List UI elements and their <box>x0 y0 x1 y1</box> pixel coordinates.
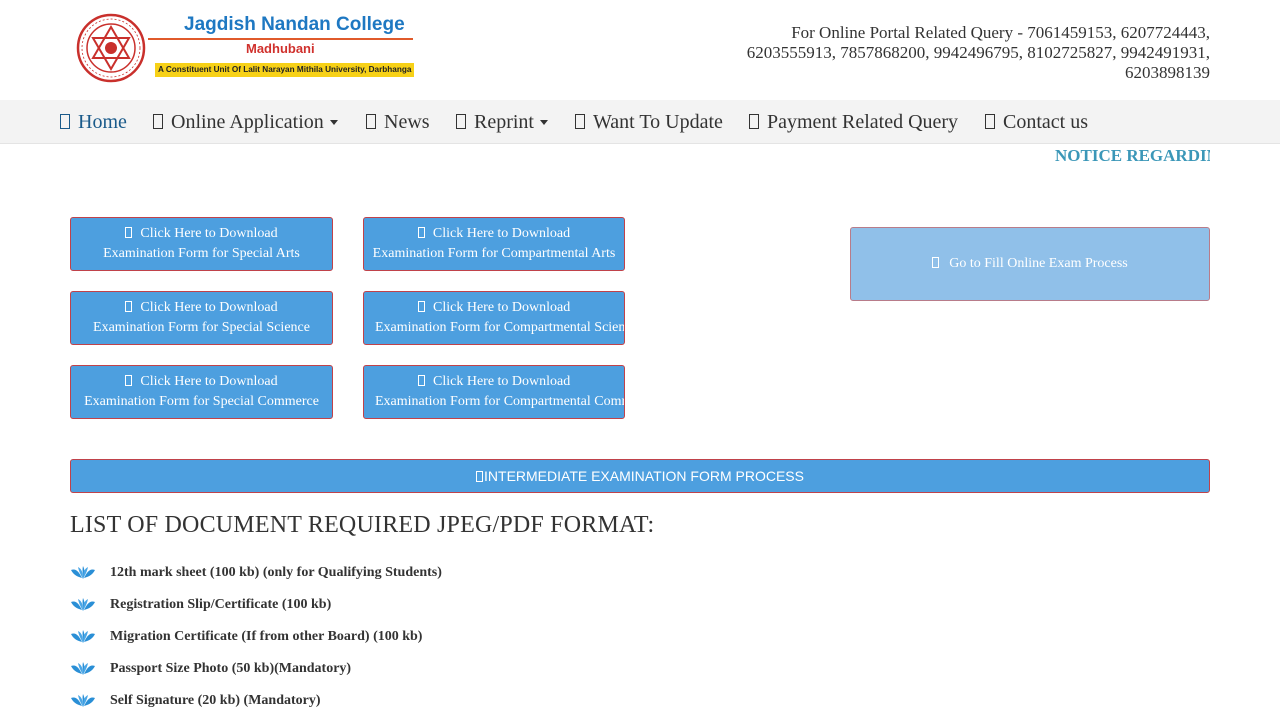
nav-home[interactable]: Home <box>60 100 127 144</box>
list-item: 12th mark sheet (100 kb) (only for Quali… <box>70 562 770 586</box>
home-icon <box>60 114 70 129</box>
contact-icon <box>985 114 995 129</box>
nav-news[interactable]: News <box>366 100 430 144</box>
application-icon <box>153 114 163 129</box>
button-line-2: Examination Form for Special Commerce <box>84 394 319 409</box>
form-icon <box>476 471 484 482</box>
document-label: Registration Slip/Certificate (100 kb) <box>110 597 332 612</box>
nav-reprint-label: Reprint <box>474 111 534 133</box>
college-affiliation: A Constituent Unit Of Lalit Narayan Mith… <box>155 63 415 77</box>
download-compartmental-science-button[interactable]: Click Here to Download Examination Form … <box>363 291 625 345</box>
button-line-1: Click Here to Download <box>375 372 624 392</box>
lotus-bullet-icon <box>71 694 95 707</box>
site-header: Jagdish Nandan College Madhubani A Const… <box>0 0 1280 100</box>
main-navbar: Home Online Application News Reprint Wan… <box>0 100 1280 144</box>
chevron-down-icon <box>540 120 548 125</box>
button-line-1-text: Click Here to Download <box>140 374 278 389</box>
button-line-2: Examination Form for Compartmental Comme… <box>375 394 624 409</box>
list-item: Self Signature (20 kb) (Mandatory) <box>70 690 770 714</box>
college-place: Madhubani <box>246 41 315 56</box>
nav-payment-query-label: Payment Related Query <box>767 111 959 133</box>
logo-divider <box>148 38 413 40</box>
nav-want-to-update[interactable]: Want To Update <box>575 100 723 144</box>
edit-icon <box>575 114 585 129</box>
button-line-1-text: Click Here to Download <box>140 300 278 315</box>
nav-contact-us[interactable]: Contact us <box>985 100 1088 144</box>
notice-marquee[interactable]: NOTICE REGARDING <box>1055 146 1210 168</box>
list-item: Migration Certificate (If from other Boa… <box>70 626 770 650</box>
nav-online-application[interactable]: Online Application <box>153 100 338 144</box>
lotus-bullet-icon <box>71 598 95 611</box>
list-item: Passport Size Photo (50 kb)(Mandatory) <box>70 658 770 682</box>
contact-info: For Online Portal Related Query - 706145… <box>690 23 1210 83</box>
download-compartmental-commerce-button[interactable]: Click Here to Download Examination Form … <box>363 365 625 419</box>
print-icon <box>456 114 466 129</box>
nav-payment-query[interactable]: Payment Related Query <box>749 100 958 144</box>
nav-want-to-update-label: Want To Update <box>593 111 723 133</box>
document-label: 12th mark sheet (100 kb) (only for Quali… <box>110 565 442 580</box>
college-logo[interactable]: Jagdish Nandan College Madhubani A Const… <box>76 13 416 83</box>
button-line-1: Click Here to Download <box>375 298 624 318</box>
button-line-2: Examination Form for Special Arts <box>103 246 300 261</box>
download-icon <box>418 375 425 386</box>
button-line-1: Click Here to Download <box>71 298 332 318</box>
nav-reprint[interactable]: Reprint <box>456 100 548 144</box>
download-compartmental-arts-button[interactable]: Click Here to Download Examination Form … <box>363 217 625 271</box>
nav-online-application-label: Online Application <box>171 111 324 133</box>
button-line-2: Examination Form for Compartmental Scien… <box>375 320 625 335</box>
download-special-arts-button[interactable]: Click Here to Download Examination Form … <box>70 217 333 271</box>
button-line-1: Click Here to Download <box>71 224 332 244</box>
college-seal-icon <box>76 13 146 83</box>
chevron-down-icon <box>329 120 338 125</box>
download-icon <box>417 227 425 238</box>
list-item: Registration Slip/Certificate (100 kb) <box>70 594 770 618</box>
payment-icon <box>749 114 759 129</box>
hand-pointer-icon <box>932 257 940 268</box>
college-name: Jagdish Nandan College <box>184 14 405 35</box>
button-line-2: Examination Form for Compartmental Arts <box>372 246 616 261</box>
intermediate-exam-form-label: INTERMEDIATE EXAMINATION FORM PROCESS <box>484 468 804 484</box>
nav-news-label: News <box>384 111 430 133</box>
lotus-bullet-icon <box>71 630 95 643</box>
document-label: Passport Size Photo (50 kb)(Mandatory) <box>110 661 352 676</box>
lotus-bullet-icon <box>71 662 95 675</box>
contact-line: 6203555913, 7857868200, 9942496795, 8102… <box>746 43 1210 62</box>
intermediate-exam-form-button[interactable]: INTERMEDIATE EXAMINATION FORM PROCESS <box>70 459 1210 493</box>
button-line-1-text: Click Here to Download <box>140 226 278 241</box>
fill-online-exam-button[interactable]: Go to Fill Online Exam Process <box>850 227 1210 301</box>
button-line-2: Examination Form for Special Science <box>93 320 310 335</box>
download-icon <box>125 301 133 312</box>
download-icon <box>125 375 133 386</box>
download-icon <box>125 227 133 238</box>
lotus-bullet-icon <box>71 566 95 579</box>
button-line-1-text: Click Here to Download <box>433 300 571 315</box>
fill-online-exam-label: Go to Fill Online Exam Process <box>949 256 1128 271</box>
button-line-1-text: Click Here to Download <box>433 374 571 389</box>
document-label: Migration Certificate (If from other Boa… <box>110 629 423 644</box>
news-icon <box>366 114 376 129</box>
download-special-science-button[interactable]: Click Here to Download Examination Form … <box>70 291 333 345</box>
button-line-1-text: Click Here to Download <box>432 226 571 241</box>
document-label: Self Signature (20 kb) (Mandatory) <box>110 693 321 708</box>
download-special-commerce-button[interactable]: Click Here to Download Examination Form … <box>70 365 333 419</box>
download-icon <box>418 301 425 312</box>
documents-heading: LIST OF DOCUMENT REQUIRED JPEG/PDF FORMA… <box>70 512 655 538</box>
nav-home-label: Home <box>78 111 127 133</box>
nav-contact-us-label: Contact us <box>1003 111 1088 133</box>
button-line-1: Click Here to Download <box>364 224 624 244</box>
contact-line: 6203898139 <box>1125 63 1210 82</box>
contact-line: For Online Portal Related Query - 706145… <box>791 23 1210 42</box>
button-line-1: Click Here to Download <box>71 372 332 392</box>
